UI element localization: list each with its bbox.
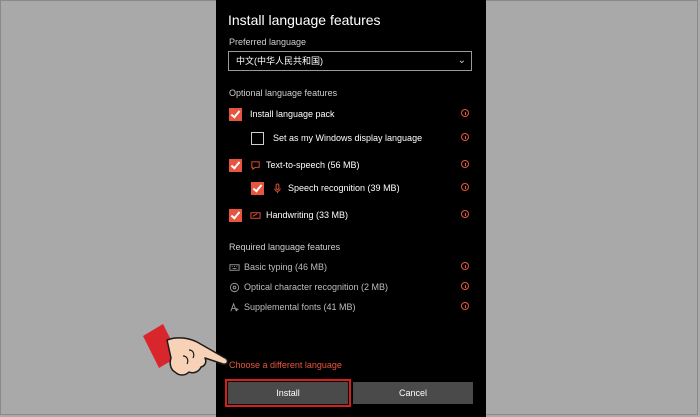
info-icon[interactable] (461, 183, 469, 191)
info-icon[interactable] (461, 210, 469, 218)
microphone-icon (274, 183, 281, 194)
required-row-basic-typing: Basic typing (46 MB) (216, 261, 486, 275)
preferred-language-label: Preferred language (229, 37, 307, 47)
feature-label: Handwriting (33 MB) (266, 210, 349, 220)
handwriting-icon (250, 212, 261, 219)
info-icon[interactable] (461, 133, 469, 141)
feature-row-handwriting: Handwriting (33 MB) (216, 209, 486, 223)
preferred-language-dropdown[interactable]: 中文(中华人民共和国) ⌄ (228, 51, 472, 71)
text-to-speech-checkbox[interactable] (229, 159, 242, 172)
optional-features-heading: Optional language features (229, 88, 338, 98)
feature-row-display-language: Set as my Windows display language (216, 132, 486, 146)
dialog-title: Install language features (228, 12, 381, 28)
info-icon[interactable] (461, 302, 469, 310)
feature-label: Supplemental fonts (41 MB) (244, 302, 356, 312)
feature-label: Speech recognition (39 MB) (288, 183, 400, 193)
cancel-button[interactable]: Cancel (353, 382, 473, 404)
display-language-checkbox[interactable] (251, 132, 264, 145)
font-icon (230, 302, 239, 312)
ocr-icon (229, 282, 240, 293)
pointing-hand-icon (143, 324, 229, 376)
feature-label: Install language pack (250, 109, 335, 119)
info-icon[interactable] (461, 160, 469, 168)
speech-bubble-icon (251, 161, 260, 171)
feature-row-speech-recognition: Speech recognition (39 MB) (216, 182, 486, 196)
info-icon[interactable] (461, 262, 469, 270)
handwriting-checkbox[interactable] (229, 209, 242, 222)
required-row-ocr: Optical character recognition (2 MB) (216, 281, 486, 295)
feature-row-text-to-speech: Text-to-speech (56 MB) (216, 159, 486, 173)
install-button[interactable]: Install (225, 379, 351, 407)
keyboard-icon (229, 264, 240, 271)
chevron-down-icon: ⌄ (457, 55, 466, 66)
info-icon[interactable] (461, 282, 469, 290)
language-pack-checkbox[interactable] (229, 108, 242, 121)
feature-label: Text-to-speech (56 MB) (266, 160, 360, 170)
choose-different-language-link[interactable]: Choose a different language (229, 360, 342, 370)
install-language-dialog: Install language features Preferred lang… (216, 0, 486, 417)
feature-label: Basic typing (46 MB) (244, 262, 328, 272)
speech-recognition-checkbox[interactable] (251, 182, 264, 195)
preferred-language-value: 中文(中华人民共和国) (236, 56, 323, 66)
required-features-heading: Required language features (229, 242, 341, 252)
info-icon[interactable] (461, 109, 469, 117)
feature-label: Optical character recognition (2 MB) (244, 282, 389, 292)
feature-label: Set as my Windows display language (273, 133, 423, 143)
required-row-supplemental-fonts: Supplemental fonts (41 MB) (216, 301, 486, 315)
feature-row-language-pack: Install language pack (216, 108, 486, 122)
